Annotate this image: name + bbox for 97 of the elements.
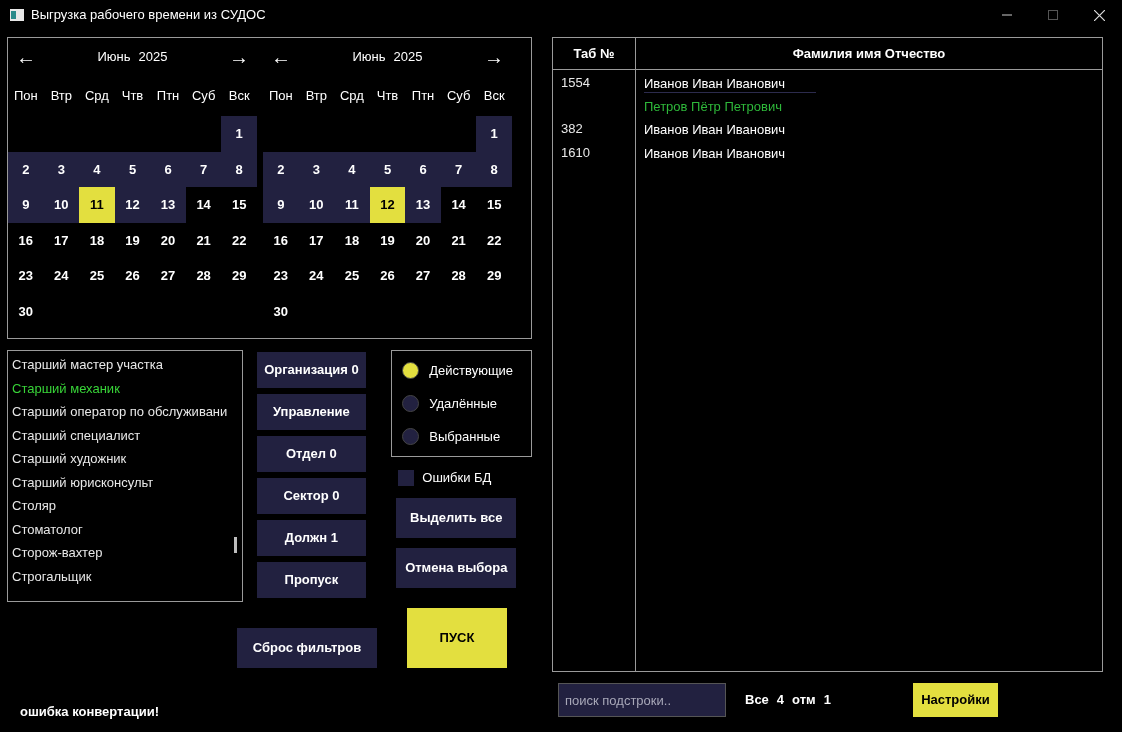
calendar-day[interactable]: 9 xyxy=(263,187,299,223)
position-item[interactable]: Старший мастер участка xyxy=(12,355,237,379)
calendar-day[interactable]: 12 xyxy=(369,187,406,223)
weekday-label: Срд xyxy=(338,86,365,105)
calendar-day[interactable]: 7 xyxy=(440,151,477,187)
calendar-day[interactable]: 6 xyxy=(405,151,441,187)
weekday-label: Пон xyxy=(12,86,39,105)
weekday-label: Вск xyxy=(227,86,251,105)
weekday-label: Суб xyxy=(190,86,217,105)
checkbox-label: Ошибки БД xyxy=(422,468,492,487)
calendar-day[interactable]: 1 xyxy=(476,116,512,152)
calendar-day[interactable]: 6 xyxy=(150,151,186,187)
calendar-day[interactable]: 11 xyxy=(79,187,115,223)
next-month-button[interactable]: → xyxy=(484,47,504,67)
calendar-day[interactable]: 2 xyxy=(8,151,44,187)
calendar-day[interactable]: 7 xyxy=(185,151,222,187)
reset-filters-button[interactable]: Сброс фильтров xyxy=(237,628,377,668)
calendar-day[interactable]: 12 xyxy=(114,187,151,223)
weekday-label: Пон xyxy=(267,86,294,105)
previous-month-button[interactable]: ← xyxy=(16,47,36,67)
filter-button[interactable]: Пропуск xyxy=(256,562,367,598)
calendar-day[interactable]: 4 xyxy=(334,151,370,187)
error-message: ошибка конвертации! xyxy=(20,703,160,721)
weekday-label: Втр xyxy=(304,86,329,105)
calendar-day[interactable]: 1 xyxy=(221,116,257,152)
position-item[interactable]: Старший оператор по обслуживани xyxy=(12,402,237,426)
employee-name[interactable]: Иванов Иван Иванович xyxy=(644,70,816,93)
deselect-button[interactable]: Отмена выбора xyxy=(396,548,517,588)
radio-button[interactable] xyxy=(402,362,420,379)
calendar-day[interactable]: 3 xyxy=(298,151,335,187)
total-count: 4 xyxy=(776,691,785,710)
calendar-day[interactable]: 8 xyxy=(221,151,257,187)
column-header: Фамилия имя Отчество xyxy=(791,44,947,63)
month-label: Июнь xyxy=(97,48,131,67)
calendar-day[interactable]: 10 xyxy=(43,187,80,223)
next-month-button[interactable]: → xyxy=(229,47,249,67)
position-item[interactable]: Стоматолог xyxy=(12,519,237,543)
calendar-day[interactable]: 13 xyxy=(405,187,441,223)
calendar-day[interactable]: 8 xyxy=(476,151,512,187)
radio-button[interactable] xyxy=(402,428,420,445)
calendar-day[interactable]: 11 xyxy=(334,187,370,223)
settings-button[interactable]: Настройки xyxy=(912,683,998,717)
start-button[interactable]: ПУСК xyxy=(407,608,507,668)
marked-label: отм xyxy=(792,691,816,710)
calendar-day[interactable]: 5 xyxy=(114,151,151,187)
select-all-button[interactable]: Выделить все xyxy=(396,498,517,538)
weekday-label: Чтв xyxy=(120,86,145,105)
calendar-day[interactable]: 5 xyxy=(369,151,406,187)
radio-label: Выбранные xyxy=(429,427,501,446)
employee-name[interactable]: Иванов Иван Иванович xyxy=(644,116,816,139)
maximize-icon[interactable] xyxy=(1048,10,1058,20)
filter-button[interactable]: Должн 1 xyxy=(256,520,367,556)
checkbox[interactable] xyxy=(398,469,415,486)
weekday-label: Чтв xyxy=(375,86,400,105)
calendar-day[interactable]: 2 xyxy=(263,151,299,187)
position-item[interactable]: Старший юрисконсульт xyxy=(12,472,237,496)
filter-button[interactable]: Отдел 0 xyxy=(256,436,367,472)
employee-name[interactable]: Петров Пётр Петрович xyxy=(644,93,816,116)
calendar-day[interactable]: 3 xyxy=(43,151,80,187)
total-label: Все xyxy=(745,691,769,710)
weekday-label: Птн xyxy=(155,86,181,105)
calendar-day[interactable]: 13 xyxy=(150,187,186,223)
filter-button[interactable]: Управление xyxy=(256,394,367,430)
search-field[interactable]: поиск подстроки.. xyxy=(558,683,726,717)
month-label: Июнь xyxy=(352,48,386,67)
position-item[interactable]: Старший художник xyxy=(12,449,237,473)
position-item[interactable]: Строгальщик xyxy=(12,566,237,590)
weekday-label: Втр xyxy=(49,86,74,105)
filter-button[interactable]: Организация 0 xyxy=(256,352,367,388)
scrollbar-thumb[interactable] xyxy=(234,537,237,553)
position-item[interactable]: Старший механик xyxy=(12,378,237,402)
window-title: Выгрузка рабочего времени из СУДОС xyxy=(31,6,266,25)
year-label: 2025 xyxy=(138,48,168,67)
radio-label: Удалённые xyxy=(429,394,498,413)
table-cell: 382 xyxy=(561,121,583,136)
previous-month-button[interactable]: ← xyxy=(271,47,291,67)
filter-button[interactable]: Сектор 0 xyxy=(256,478,367,514)
position-item[interactable]: Столяр xyxy=(12,496,237,520)
weekday-label: Суб xyxy=(445,86,472,105)
position-item[interactable]: Старший специалист xyxy=(12,425,237,449)
table-cell: 1554 xyxy=(561,75,590,90)
app-icon xyxy=(10,9,24,21)
close-icon[interactable] xyxy=(1094,9,1105,21)
weekday-label: Птн xyxy=(410,86,436,105)
calendar-day[interactable]: 9 xyxy=(8,187,44,223)
calendar-day[interactable]: 10 xyxy=(298,187,335,223)
year-label: 2025 xyxy=(393,48,423,67)
employee-name[interactable]: Иванов Иван Иванович xyxy=(644,140,816,163)
radio-button[interactable] xyxy=(402,395,420,412)
weekday-label: Вск xyxy=(482,86,506,105)
weekday-label: Срд xyxy=(83,86,110,105)
radio-label: Действующие xyxy=(429,361,514,380)
calendar-day[interactable]: 4 xyxy=(79,151,115,187)
position-item[interactable]: Сторож-вахтер xyxy=(12,543,237,567)
column-header: Таб № xyxy=(553,38,636,69)
marked-count: 1 xyxy=(823,691,831,710)
table-cell: 1610 xyxy=(561,145,590,160)
